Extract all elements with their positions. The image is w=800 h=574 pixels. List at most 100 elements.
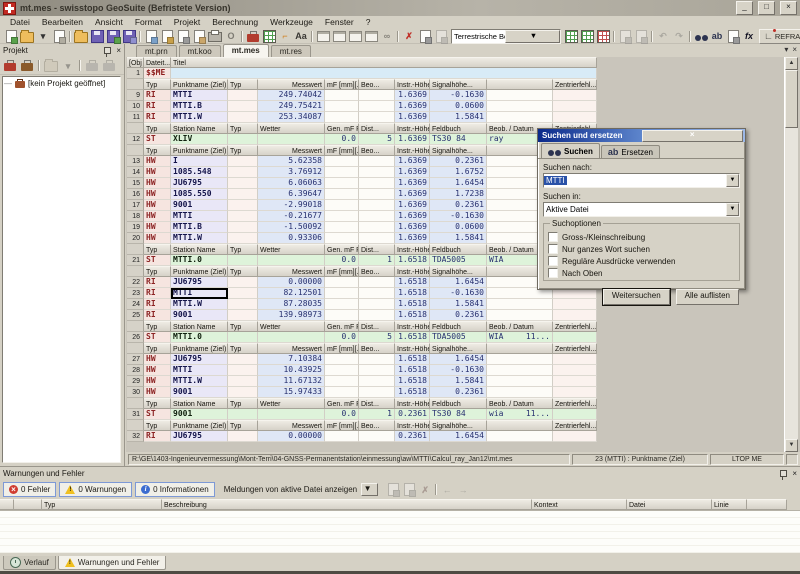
instr-hoehe-cell[interactable]: 0.2361 bbox=[395, 409, 430, 420]
zentrierfehler-cell[interactable] bbox=[553, 90, 597, 101]
typ-cell[interactable]: ST bbox=[144, 134, 171, 145]
page-preview-icon[interactable] bbox=[143, 29, 159, 43]
new-document-icon[interactable] bbox=[3, 29, 19, 43]
instr-hoehe-cell[interactable]: 1.6518 bbox=[395, 310, 430, 321]
point-name-cell[interactable]: JU6795 bbox=[171, 431, 228, 442]
beo-cell[interactable] bbox=[359, 288, 395, 299]
find-icon[interactable] bbox=[693, 29, 709, 43]
wetter-cell[interactable] bbox=[258, 255, 325, 266]
zentrierfehler-cell[interactable] bbox=[553, 431, 597, 442]
scroll-thumb[interactable] bbox=[785, 70, 798, 128]
project-tree-item[interactable]: — [kein Projekt geöffnet] bbox=[4, 79, 119, 88]
signalhoehe-cell[interactable]: -0.1630 bbox=[430, 288, 487, 299]
menu-item-projekt[interactable]: Projekt bbox=[168, 16, 206, 29]
signalhoehe-cell[interactable]: 0.0600 bbox=[430, 222, 487, 233]
point-name-cell[interactable]: MTTI.W bbox=[171, 299, 228, 310]
mf-cell[interactable] bbox=[325, 387, 359, 398]
signalhoehe-cell[interactable]: 1.7238 bbox=[430, 189, 487, 200]
messwert-cell[interactable]: 249.74042 bbox=[258, 90, 325, 101]
find-next-button[interactable]: Weitersuchen bbox=[603, 289, 670, 305]
typ-cell[interactable]: HW bbox=[144, 222, 171, 233]
mf-cell[interactable] bbox=[325, 112, 359, 123]
wetter-cell[interactable] bbox=[258, 409, 325, 420]
typ2-cell[interactable] bbox=[228, 277, 258, 288]
observation-type-combo[interactable]: Terrestrische Beobachtung ▼ bbox=[451, 29, 561, 44]
messwert-cell[interactable]: 3.76912 bbox=[258, 167, 325, 178]
messwert-cell[interactable]: -1.50092 bbox=[258, 222, 325, 233]
typ2-cell[interactable] bbox=[228, 354, 258, 365]
dist-cell[interactable]: 1 bbox=[359, 409, 395, 420]
signalhoehe-cell[interactable]: 1.6454 bbox=[430, 277, 487, 288]
typ2-cell[interactable] bbox=[228, 255, 258, 266]
station-name-cell[interactable]: MTTI.0 bbox=[171, 255, 228, 266]
instr-hoehe-cell[interactable]: 1.6518 bbox=[395, 365, 430, 376]
point-name-cell[interactable]: MTTI bbox=[171, 90, 228, 101]
beo-cell[interactable] bbox=[359, 233, 395, 244]
point-name-cell[interactable]: 1085.548 bbox=[171, 167, 228, 178]
messages-close-icon[interactable]: × bbox=[792, 470, 797, 478]
signalhoehe-cell[interactable]: 1.5841 bbox=[430, 112, 487, 123]
scope-select[interactable]: Aktive Datei ▼ bbox=[543, 202, 740, 217]
beob-datum-cell[interactable] bbox=[487, 354, 553, 365]
project-icon[interactable] bbox=[245, 29, 261, 43]
signalhoehe-cell[interactable]: 0.2361 bbox=[430, 200, 487, 211]
typ2-cell[interactable] bbox=[228, 431, 258, 442]
point-name-cell[interactable]: 9001 bbox=[171, 200, 228, 211]
beob-datum-cell[interactable] bbox=[487, 365, 553, 376]
signalhoehe-cell[interactable]: 1.6454 bbox=[430, 431, 487, 442]
maximize-button[interactable]: □ bbox=[758, 1, 775, 15]
messwert-cell[interactable]: 0.93306 bbox=[258, 233, 325, 244]
typ-cell[interactable]: RI bbox=[144, 299, 171, 310]
signalhoehe-cell[interactable]: 1.6454 bbox=[430, 354, 487, 365]
tab-mt-mes[interactable]: mt.mes bbox=[223, 44, 269, 57]
menu-item-ansicht[interactable]: Ansicht bbox=[89, 16, 129, 29]
warnings-filter-button[interactable]: 0 Warnungen bbox=[59, 482, 132, 497]
find-dropdown-icon[interactable]: ▼ bbox=[726, 174, 739, 187]
signalhoehe-cell[interactable]: 0.2361 bbox=[430, 156, 487, 167]
typ2-cell[interactable] bbox=[228, 222, 258, 233]
mf-cell[interactable] bbox=[325, 365, 359, 376]
dist-cell[interactable]: 5 bbox=[359, 134, 395, 145]
close-button[interactable]: × bbox=[780, 1, 797, 15]
bottom-tab-verlauf[interactable]: Verlauf bbox=[3, 556, 56, 570]
feldbuch-cell[interactable]: TDA5005 bbox=[430, 332, 487, 343]
typ2-cell[interactable] bbox=[228, 101, 258, 112]
find-in-file-icon[interactable] bbox=[159, 29, 175, 43]
beo-cell[interactable] bbox=[359, 112, 395, 123]
save-all-icon[interactable] bbox=[121, 29, 137, 43]
beo-cell[interactable] bbox=[359, 101, 395, 112]
beob-datum-cell[interactable] bbox=[487, 101, 553, 112]
typ-cell[interactable]: HW bbox=[144, 189, 171, 200]
station-name-cell[interactable]: 9001 bbox=[171, 409, 228, 420]
typ2-cell[interactable] bbox=[228, 299, 258, 310]
beo-cell[interactable] bbox=[359, 200, 395, 211]
typ2-cell[interactable] bbox=[228, 167, 258, 178]
instr-hoehe-cell[interactable]: 1.6369 bbox=[395, 189, 430, 200]
copy-page-icon[interactable] bbox=[417, 29, 433, 43]
mf-cell[interactable] bbox=[325, 354, 359, 365]
globe-icon[interactable]: O bbox=[223, 29, 239, 43]
wetter-cell[interactable] bbox=[258, 332, 325, 343]
typ2-cell[interactable] bbox=[228, 112, 258, 123]
mf-cell[interactable] bbox=[325, 431, 359, 442]
instr-hoehe-cell[interactable]: 1.6369 bbox=[395, 211, 430, 222]
tab-scroll-down-icon[interactable]: ▾ bbox=[784, 45, 788, 54]
typ2-cell[interactable] bbox=[228, 376, 258, 387]
new-project-icon[interactable] bbox=[19, 59, 35, 73]
beob-datum-cell[interactable] bbox=[487, 431, 553, 442]
save-as-icon[interactable] bbox=[105, 29, 121, 43]
beo-cell[interactable] bbox=[359, 376, 395, 387]
typ-cell[interactable]: HW bbox=[144, 178, 171, 189]
typ2-cell[interactable] bbox=[228, 233, 258, 244]
print-icon[interactable] bbox=[207, 29, 223, 43]
typ2-cell[interactable] bbox=[228, 189, 258, 200]
point-name-cell[interactable]: JU6795 bbox=[171, 354, 228, 365]
typ2-cell[interactable] bbox=[228, 90, 258, 101]
typ-cell[interactable]: ST bbox=[144, 409, 171, 420]
project-panel-close-icon[interactable]: × bbox=[116, 47, 121, 55]
signalhoehe-cell[interactable]: 1.5841 bbox=[430, 376, 487, 387]
beo-cell[interactable] bbox=[359, 211, 395, 222]
beo-cell[interactable] bbox=[359, 167, 395, 178]
paste-icon[interactable] bbox=[191, 29, 207, 43]
messwert-cell[interactable]: 0.00000 bbox=[258, 431, 325, 442]
